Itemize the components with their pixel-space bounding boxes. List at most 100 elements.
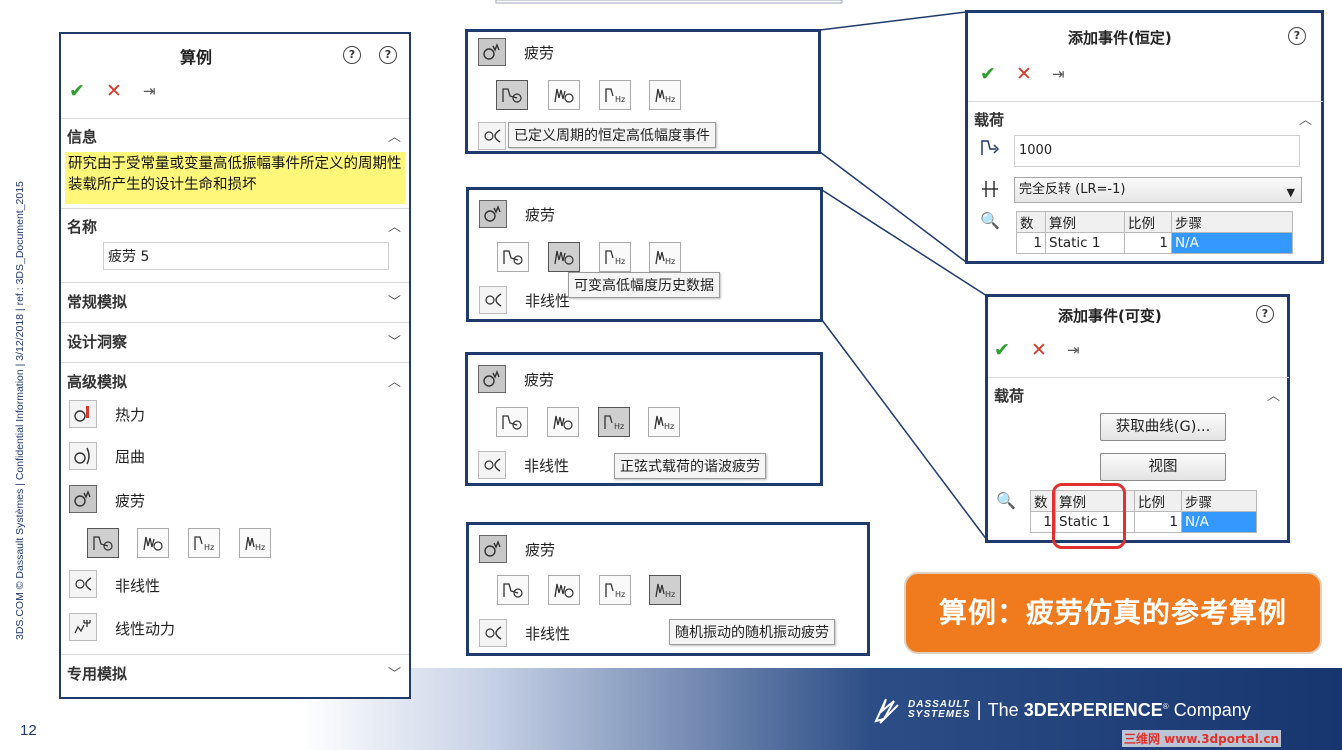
fatigue-constant-icon[interactable] xyxy=(497,575,529,605)
section-load-label: 载荷 xyxy=(994,387,1025,405)
tool-fatigue-label[interactable]: 疲劳 xyxy=(115,490,145,511)
svg-text:Hz: Hz xyxy=(665,95,675,104)
tool-nonlinear-label[interactable]: 非线性 xyxy=(115,575,160,596)
loading-type-select[interactable]: 完全反转 (LR=-1) ▼ xyxy=(1014,177,1302,203)
cancel-x-icon[interactable]: ✕ xyxy=(1016,63,1032,85)
section-load-header[interactable]: 载荷 ︿ xyxy=(994,385,1282,409)
tool-linear-dynamic-label[interactable]: 线性动力 xyxy=(115,618,175,639)
section-design-header[interactable]: 设计洞察 ﹀ xyxy=(67,331,403,355)
tooltip-constant: 已定义周期的恒定高低幅度事件 xyxy=(508,122,716,148)
thermal-icon[interactable] xyxy=(69,400,97,428)
fatigue-random-icon[interactable]: Hz xyxy=(648,407,680,437)
nonlinear-icon[interactable] xyxy=(479,619,507,647)
tooltip-random: 随机振动的随机振动疲劳 xyxy=(669,619,835,645)
cell[interactable]: 1 xyxy=(1134,511,1182,533)
fatigue-harmonic-icon[interactable]: Hz xyxy=(598,407,630,437)
fatigue-random-icon[interactable]: Hz xyxy=(649,80,681,110)
add-event-variable-dialog: 添加事件(可变) ? ✔ ✕ ⇥ 载荷 ︿ 获取曲线(G)... 视图 🔍 数 … xyxy=(985,294,1290,543)
chevron-down-icon[interactable]: ﹀ xyxy=(388,331,401,350)
cell[interactable]: 1 xyxy=(1124,232,1172,254)
fatigue-label: 疲劳 xyxy=(524,371,555,389)
fatigue-variable-icon[interactable] xyxy=(548,575,580,605)
dropdown-arrow-icon[interactable]: ▼ xyxy=(1287,181,1295,205)
divider xyxy=(61,208,409,209)
fatigue-icon[interactable] xyxy=(478,38,506,66)
get-curve-button[interactable]: 获取曲线(G)... xyxy=(1100,413,1226,441)
buckling-icon[interactable] xyxy=(69,442,97,470)
cell-selected[interactable]: N/A xyxy=(1181,511,1257,533)
ok-check-icon[interactable]: ✔ xyxy=(994,339,1010,361)
section-advanced-header[interactable]: 高级模拟 ︿ xyxy=(67,371,403,395)
cell-selected[interactable]: N/A xyxy=(1171,232,1293,254)
ok-check-icon[interactable]: ✔ xyxy=(69,80,85,102)
chevron-down-icon[interactable]: ﹀ xyxy=(388,291,401,310)
section-general-label: 常规模拟 xyxy=(67,293,128,311)
ok-check-icon[interactable]: ✔ xyxy=(980,63,996,85)
section-info-header[interactable]: 信息 ︿ xyxy=(67,126,403,150)
fatigue-random-icon[interactable]: Hz xyxy=(649,242,681,272)
cell[interactable]: Static 1 xyxy=(1045,232,1125,254)
fatigue-icon[interactable] xyxy=(479,200,507,228)
nonlinear-icon[interactable] xyxy=(479,286,507,314)
pin-icon[interactable]: ⇥ xyxy=(1052,65,1065,83)
chevron-up-icon[interactable]: ︿ xyxy=(388,126,401,145)
nonlinear-icon[interactable] xyxy=(69,570,97,598)
section-load-header[interactable]: 载荷 ︿ xyxy=(974,109,1314,133)
fatigue-variable-icon[interactable] xyxy=(548,242,580,272)
fatigue-icon[interactable] xyxy=(69,485,97,513)
divider xyxy=(61,362,409,363)
help-icon[interactable]: ? xyxy=(1256,305,1274,323)
cycles-input[interactable]: 1000 xyxy=(1014,135,1300,167)
highlight-ring xyxy=(1052,483,1126,549)
brand-logo: DASSAULT SYSTEMES | The 3DEXPERIENCE® Co… xyxy=(872,690,1251,730)
search-icon[interactable]: 🔍 xyxy=(996,491,1016,510)
col-header: 数 xyxy=(1016,211,1046,233)
fatigue-harmonic-icon[interactable]: Hz xyxy=(599,242,631,272)
fatigue-harmonic-icon[interactable]: Hz xyxy=(599,80,631,110)
side-footer-text: 3DS.COM © Dassault Systèmes | Confidenti… xyxy=(14,181,26,640)
fatigue-icon[interactable] xyxy=(478,365,506,393)
help-star-icon[interactable]: ? xyxy=(343,46,361,64)
tool-thermal-label[interactable]: 热力 xyxy=(115,404,145,425)
fatigue-label: 疲劳 xyxy=(524,44,555,62)
chevron-up-icon[interactable]: ︿ xyxy=(388,216,401,235)
fatigue-harmonic-icon[interactable]: Hz xyxy=(188,528,220,558)
pin-icon[interactable]: ⇥ xyxy=(1067,341,1080,359)
pin-icon[interactable]: ⇥ xyxy=(143,82,156,100)
help-icon[interactable]: ? xyxy=(379,46,397,64)
fatigue-random-icon[interactable]: Hz xyxy=(649,575,681,605)
fatigue-variable-icon[interactable] xyxy=(548,80,580,110)
section-name-header[interactable]: 名称 ︿ xyxy=(67,216,403,240)
fatigue-constant-icon[interactable] xyxy=(496,407,528,437)
nonlinear-icon[interactable] xyxy=(478,122,506,150)
svg-text:Hz: Hz xyxy=(664,422,674,431)
fatigue-random-icon[interactable]: Hz xyxy=(239,528,271,558)
section-general-header[interactable]: 常规模拟 ﹀ xyxy=(67,291,403,315)
fatigue-constant-icon[interactable] xyxy=(496,80,528,110)
tool-buckling-label[interactable]: 屈曲 xyxy=(115,446,145,467)
view-button[interactable]: 视图 xyxy=(1100,453,1226,481)
fatigue-harmonic-icon[interactable]: Hz xyxy=(599,575,631,605)
cancel-x-icon[interactable]: ✕ xyxy=(1031,339,1047,361)
divider xyxy=(968,101,1323,102)
chevron-down-icon[interactable]: ﹀ xyxy=(388,663,401,682)
chevron-up-icon[interactable]: ︿ xyxy=(1267,385,1280,404)
section-special-header[interactable]: 专用模拟 ﹀ xyxy=(67,663,403,687)
cancel-x-icon[interactable]: ✕ xyxy=(106,80,122,102)
chevron-up-icon[interactable]: ︿ xyxy=(1299,109,1312,128)
fatigue-constant-icon[interactable] xyxy=(87,528,119,558)
fatigue-icon[interactable] xyxy=(479,535,507,563)
fatigue-variable-icon[interactable] xyxy=(137,528,169,558)
fatigue-constant-icon[interactable] xyxy=(497,242,529,272)
linear-dynamic-icon[interactable] xyxy=(69,613,97,641)
table-row[interactable]: 1 Static 1 1 N/A xyxy=(1016,232,1293,254)
search-icon[interactable]: 🔍 xyxy=(980,211,1000,230)
nonlinear-icon[interactable] xyxy=(478,451,506,479)
svg-text:Hz: Hz xyxy=(204,543,214,552)
section-design-label: 设计洞察 xyxy=(67,333,128,351)
help-icon[interactable]: ? xyxy=(1288,27,1306,45)
chevron-up-icon[interactable]: ︿ xyxy=(388,371,401,390)
cell[interactable]: 1 xyxy=(1016,232,1046,254)
study-name-field[interactable]: 疲劳 5 xyxy=(103,242,389,270)
fatigue-variable-icon[interactable] xyxy=(547,407,579,437)
